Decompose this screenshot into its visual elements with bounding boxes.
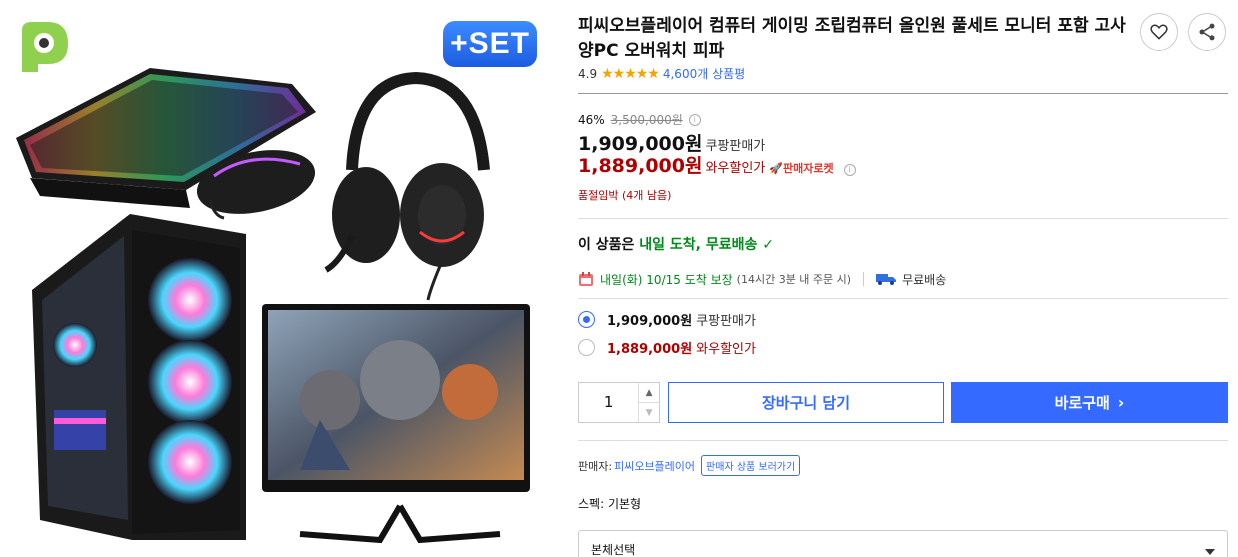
headset: [324, 71, 490, 301]
seller-products-button[interactable]: 판매자 상품 보러가기: [701, 455, 801, 476]
cart-label: 장바구니 담기: [761, 394, 851, 412]
wow-price-label: 와우할인가: [705, 161, 766, 176]
divider: [578, 298, 1228, 299]
info-icon[interactable]: i: [843, 163, 856, 176]
share-button[interactable]: [1188, 13, 1226, 51]
original-price: 3,500,000원: [610, 113, 683, 127]
option-price: 1,909,000원: [607, 314, 693, 329]
divider: [578, 218, 1228, 219]
delivery-headline: 이 상품은 내일 도착, 무료배송 ✓: [578, 234, 774, 254]
chevron-right-icon: ›: [1117, 393, 1125, 412]
delivery-info-row: 내일(화) 10/15 도착 보장 (14시간 3분 내 주문 시) 무료배송: [578, 269, 946, 289]
seller-row: 판매자: 피씨오브플레이어 판매자 상품 보러가기: [578, 455, 801, 476]
brand-logo: [22, 22, 68, 72]
quantity-input[interactable]: 1: [579, 383, 638, 422]
radio-button-selected[interactable]: [578, 311, 595, 328]
truck-icon: [876, 274, 897, 285]
delivery-headline-prefix: 이 상품은: [578, 237, 640, 253]
seller-name-link[interactable]: 피씨오브플레이어: [614, 458, 695, 474]
delivery-headline-highlight: 내일 도착, 무료배송: [639, 237, 758, 253]
share-icon: [1199, 23, 1215, 41]
review-count-link[interactable]: 4,600개 상품평: [663, 65, 745, 82]
quantity-up-button[interactable]: ▲: [639, 383, 659, 402]
rocket-seller-badge: 🚀판매자로켓: [769, 162, 834, 175]
separator: [863, 272, 865, 286]
add-to-cart-button[interactable]: 장바구니 담기: [668, 382, 944, 423]
divider: [578, 440, 1228, 441]
product-photo: [16, 22, 530, 544]
quantity-buttons: ▲ ▼: [638, 383, 659, 422]
buy-now-button[interactable]: 바로구매 ›: [951, 382, 1228, 423]
quantity-stepper: 1 ▲ ▼: [578, 382, 660, 423]
arrival-guarantee: 내일(화) 10/15 도착 보장: [600, 272, 733, 287]
info-icon[interactable]: i: [688, 113, 701, 126]
monitor: [262, 304, 530, 544]
wow-price: 1,889,000원: [578, 155, 703, 177]
heart-icon: [1150, 24, 1168, 40]
arrival-note: (14시간 3분 내 주문 시): [736, 273, 852, 286]
option-select-placeholder: 본체선택: [591, 543, 636, 557]
calendar-icon: [579, 272, 593, 286]
option-select[interactable]: 본체선택: [578, 530, 1228, 557]
option-label: 쿠팡판매가: [696, 314, 756, 329]
chevron-down-icon: [1205, 549, 1215, 555]
product-details: 피씨오브플레이어 컴퓨터 게이밍 조립컴퓨터 올인원 풀세트 모니터 포함 고사…: [578, 0, 1228, 557]
rating-value: 4.9: [578, 66, 598, 81]
star-rating-icon: ★★★★★: [601, 65, 660, 82]
wishlist-button[interactable]: [1140, 13, 1178, 51]
divider: [578, 93, 1228, 94]
product-image[interactable]: +SET: [0, 0, 560, 557]
option-label: 와우할인가: [696, 342, 756, 357]
set-badge: +SET: [443, 21, 537, 67]
quantity-down-button[interactable]: ▼: [639, 402, 659, 422]
buy-label: 바로구매: [1054, 394, 1110, 412]
spec-text: 스펙: 기본형: [578, 497, 642, 511]
stock-warning: 품절임박 (4개 남음): [578, 189, 672, 202]
free-shipping: 무료배송: [902, 272, 947, 287]
radio-button[interactable]: [578, 339, 595, 356]
wow-price-row: 1,889,000원 와우할인가 🚀판매자로켓 i: [578, 151, 856, 178]
check-icon: ✓: [762, 237, 774, 253]
product-title: 피씨오브플레이어 컴퓨터 게이밍 조립컴퓨터 올인원 풀세트 모니터 포함 고사…: [578, 16, 1126, 61]
pc-case: [32, 214, 246, 540]
rating-row: 4.9 ★★★★★ 4,600개 상품평: [578, 65, 745, 82]
price-option-wow[interactable]: 1,889,000원 와우할인가: [578, 338, 756, 357]
option-price: 1,889,000원: [607, 342, 693, 357]
discount-rate: 46%: [578, 112, 605, 127]
price-option-coupang[interactable]: 1,909,000원 쿠팡판매가: [578, 310, 756, 329]
discount-row: 46% 3,500,000원 i: [578, 111, 701, 128]
seller-label: 판매자:: [578, 459, 613, 473]
